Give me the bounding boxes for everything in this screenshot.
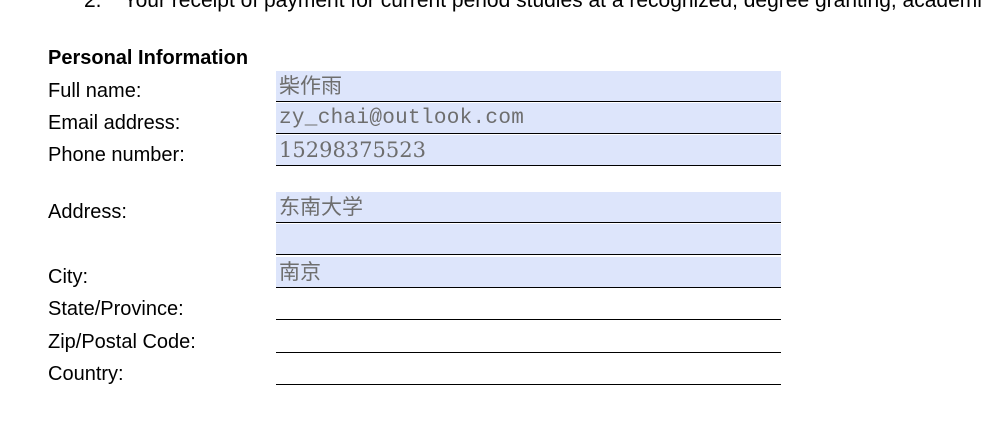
country-label: Country: xyxy=(48,363,124,385)
state-field[interactable] xyxy=(276,289,781,320)
email-label: Email address: xyxy=(48,112,181,134)
address-field-line1[interactable]: 东南大学 xyxy=(276,192,781,223)
city-label: City: xyxy=(48,266,88,288)
zip-label: Zip/Postal Code: xyxy=(48,331,196,353)
country-field[interactable] xyxy=(276,354,781,385)
city-field[interactable]: 南京 xyxy=(276,257,781,288)
previous-list-item: 2. Your receipt of payment for current pe… xyxy=(84,0,982,13)
list-item-text: Your receipt of payment for current peri… xyxy=(123,0,982,12)
section-title: Personal Information xyxy=(48,47,249,69)
state-label: State/Province: xyxy=(48,298,184,320)
list-number: 2. xyxy=(84,0,102,12)
zip-field[interactable] xyxy=(276,322,781,353)
phone-field[interactable]: 15298375523 xyxy=(276,135,781,166)
full-name-label: Full name: xyxy=(48,80,142,102)
address-label: Address: xyxy=(48,201,127,223)
email-field[interactable]: zy_chai@outlook.com xyxy=(276,103,781,134)
full-name-field[interactable]: 柴作雨 xyxy=(276,71,781,102)
address-field-line2[interactable] xyxy=(276,224,781,255)
phone-label: Phone number: xyxy=(48,144,185,166)
